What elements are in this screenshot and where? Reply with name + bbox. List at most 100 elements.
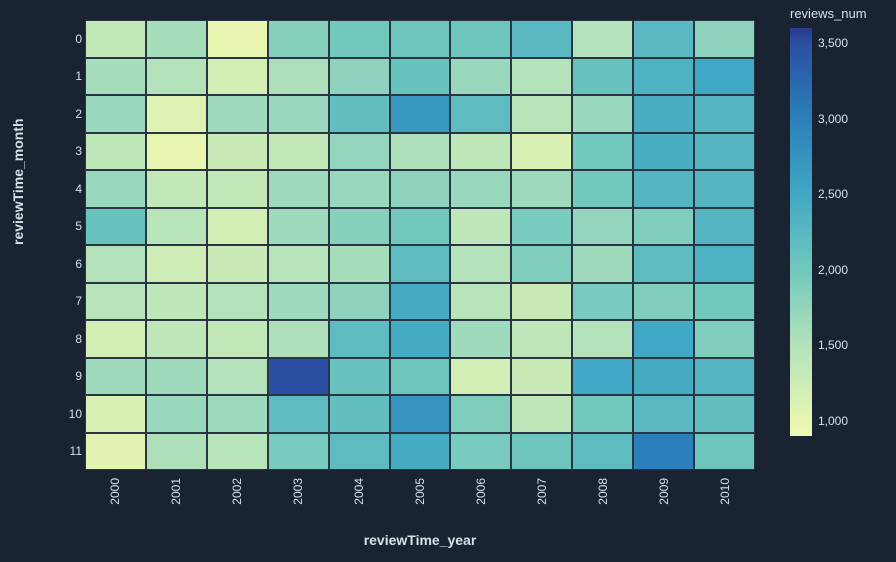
heatmap-cell [207,320,268,358]
colorbar-gradient [790,28,812,436]
colorbar-tick-label: 2,000 [818,263,848,277]
heatmap-cell [511,245,572,283]
heatmap-cell [633,95,694,133]
heatmap-cell [633,395,694,433]
heatmap-cell [450,170,511,208]
y-tick-label: 1 [60,69,82,83]
heatmap-cell [85,433,146,471]
colorbar-tick-label: 3,000 [818,112,848,126]
heatmap-cell [390,433,451,471]
heatmap-cell [694,358,755,396]
heatmap-cell [633,170,694,208]
heatmap-cell [390,358,451,396]
x-tick-label: 2007 [535,478,549,505]
heatmap-cell [329,95,390,133]
heatmap-cell [146,208,207,246]
heatmap-cell [329,358,390,396]
y-tick-label: 3 [60,144,82,158]
y-axis-ticks: 01234567891011 [60,20,82,470]
x-tick-label: 2004 [352,478,366,505]
heatmap-cell [572,58,633,96]
heatmap-cell [85,20,146,58]
heatmap-cell [146,20,207,58]
heatmap-cell [694,433,755,471]
colorbar-tick-label: 2,500 [818,187,848,201]
heatmap-cell [450,245,511,283]
heatmap-cell [511,395,572,433]
heatmap-cell [390,170,451,208]
y-tick-label: 6 [60,257,82,271]
heatmap-cell [450,395,511,433]
heatmap-cell [572,245,633,283]
plot-area [85,20,755,470]
heatmap-cell [207,245,268,283]
heatmap-cell [85,283,146,321]
heatmap-cell [633,433,694,471]
heatmap-cell [268,133,329,171]
x-tick-label: 2010 [718,478,732,505]
x-tick-label: 2000 [108,478,122,505]
heatmap-cell [633,133,694,171]
x-tick-label: 2005 [413,478,427,505]
heatmap-cell [207,283,268,321]
x-tick-label: 2003 [291,478,305,505]
y-tick-label: 2 [60,107,82,121]
heatmap-cell [207,58,268,96]
heatmap-cell [85,245,146,283]
heatmap-cell [146,433,207,471]
heatmap-cell [390,95,451,133]
heatmap-cell [450,433,511,471]
heatmap-cell [633,245,694,283]
heatmap-cell [268,283,329,321]
heatmap-cell [268,95,329,133]
heatmap-cell [390,395,451,433]
heatmap-cell [268,320,329,358]
heatmap-cell [268,58,329,96]
heatmap-cell [390,133,451,171]
heatmap-cell [329,320,390,358]
y-tick-label: 0 [60,32,82,46]
heatmap-cell [146,320,207,358]
heatmap-cell [85,395,146,433]
y-tick-label: 7 [60,294,82,308]
heatmap-cell [572,208,633,246]
heatmap-cell [511,320,572,358]
heatmap-cell [511,20,572,58]
heatmap-cell [207,358,268,396]
x-tick-label: 2001 [169,478,183,505]
heatmap-cell [207,433,268,471]
heatmap-cell [329,20,390,58]
heatmap-cell [85,208,146,246]
heatmap-cell [207,95,268,133]
heatmap-cell [694,320,755,358]
heatmap-cell [633,358,694,396]
heatmap-cell [329,395,390,433]
x-tick-label: 2009 [657,478,671,505]
heatmap-cell [329,170,390,208]
heatmap-cell [268,170,329,208]
heatmap-cell [511,433,572,471]
heatmap-cell [633,283,694,321]
heatmap-cell [450,320,511,358]
heatmap-cell [572,20,633,58]
heatmap-cell [694,170,755,208]
x-tick-label: 2002 [230,478,244,505]
y-axis-label: reviewTime_month [10,118,26,245]
heatmap-cell [207,133,268,171]
heatmap-cell [450,95,511,133]
heatmap-cell [85,58,146,96]
heatmap-cell [694,95,755,133]
heatmap-cell [85,320,146,358]
heatmap-cell [146,283,207,321]
heatmap-cell [207,170,268,208]
heatmap-cell [694,208,755,246]
y-tick-label: 11 [60,444,82,458]
heatmap-cell [85,133,146,171]
heatmap-cell [511,283,572,321]
x-tick-label: 2008 [596,478,610,505]
y-tick-label: 5 [60,219,82,233]
heatmap-cell [572,283,633,321]
heatmap-cell [694,133,755,171]
heatmap-cell [450,133,511,171]
heatmap-cell [694,395,755,433]
